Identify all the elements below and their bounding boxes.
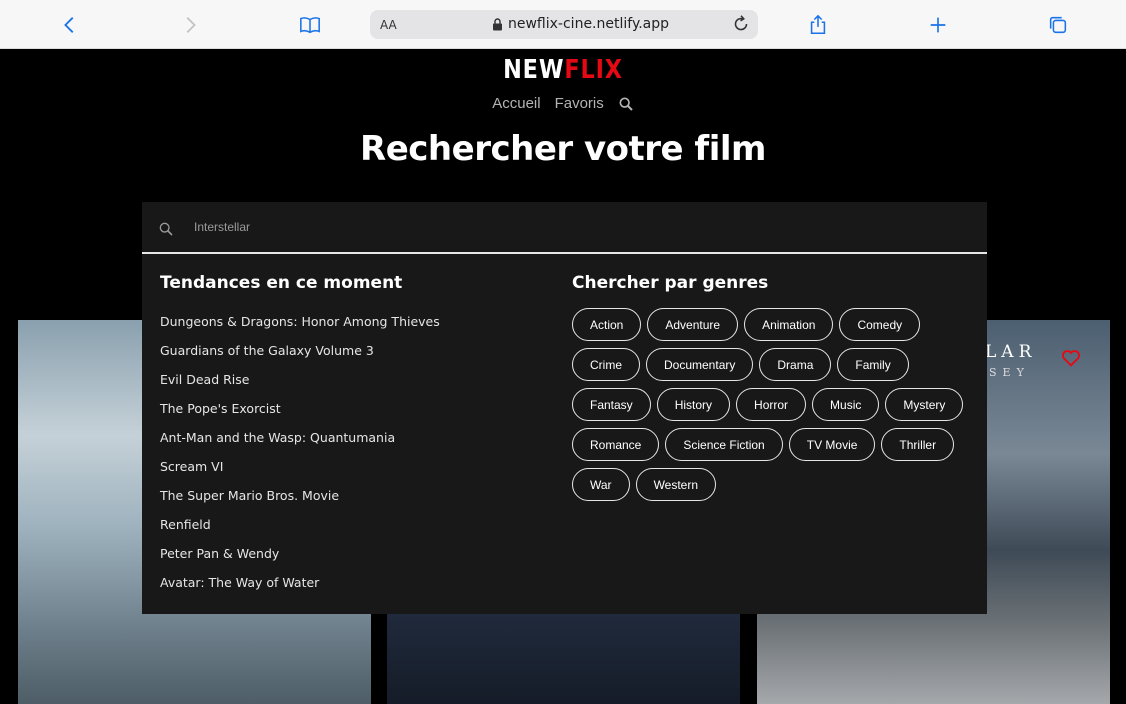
genres-heading: Chercher par genres bbox=[572, 273, 769, 293]
reload-icon[interactable] bbox=[730, 13, 752, 35]
trending-item[interactable]: Scream VI bbox=[160, 459, 440, 488]
genre-chip-tv-movie[interactable]: TV Movie bbox=[788, 428, 876, 461]
genre-chips: Action Adventure Animation Comedy Crime … bbox=[572, 308, 982, 501]
trending-item[interactable]: Guardians of the Galaxy Volume 3 bbox=[160, 343, 440, 372]
genre-chip-war[interactable]: War bbox=[572, 468, 630, 501]
trending-item[interactable]: Dungeons & Dragons: Honor Among Thieves bbox=[160, 314, 440, 343]
bookmarks-icon[interactable] bbox=[297, 12, 323, 38]
trending-item[interactable]: Peter Pan & Wendy bbox=[160, 546, 440, 575]
genre-chip-romance[interactable]: Romance bbox=[572, 428, 660, 461]
genre-chip-thriller[interactable]: Thriller bbox=[881, 428, 955, 461]
trending-item[interactable]: Renfield bbox=[160, 517, 440, 546]
nav-home-link[interactable]: Accueil bbox=[492, 95, 540, 112]
text-size-button[interactable]: AA bbox=[380, 18, 397, 32]
trending-item[interactable]: The Super Mario Bros. Movie bbox=[160, 488, 440, 517]
search-bar bbox=[142, 202, 987, 254]
genre-chip-animation[interactable]: Animation bbox=[744, 308, 834, 341]
logo-part-flix: FLIX bbox=[564, 55, 623, 85]
address-bar[interactable]: AA newflix-cine.netlify.app bbox=[370, 10, 758, 39]
trending-item[interactable]: Avatar: The Way of Water bbox=[160, 575, 440, 604]
genre-chip-music[interactable]: Music bbox=[812, 388, 880, 421]
share-icon[interactable] bbox=[805, 12, 831, 38]
page: NEWFLIX Accueil Favoris Rechercher votre… bbox=[0, 49, 1126, 704]
genre-chip-action[interactable]: Action bbox=[572, 308, 642, 341]
search-icon[interactable] bbox=[618, 96, 634, 112]
lock-icon bbox=[493, 17, 502, 30]
genre-chip-crime[interactable]: Crime bbox=[572, 348, 640, 381]
search-icon bbox=[159, 222, 173, 236]
poster-subtitle: SEY bbox=[989, 366, 1030, 379]
genre-chip-comedy[interactable]: Comedy bbox=[839, 308, 921, 341]
trending-item[interactable]: Evil Dead Rise bbox=[160, 372, 440, 401]
site-logo[interactable]: NEWFLIX bbox=[79, 55, 1047, 85]
url-display[interactable]: newflix-cine.netlify.app bbox=[492, 16, 669, 32]
favorite-heart-icon[interactable] bbox=[1060, 347, 1082, 369]
poster-title: LAR bbox=[985, 342, 1037, 362]
genre-chip-western[interactable]: Western bbox=[635, 468, 717, 501]
genre-chip-documentary[interactable]: Documentary bbox=[646, 348, 754, 381]
tabs-icon[interactable] bbox=[1045, 12, 1071, 38]
search-input[interactable] bbox=[194, 216, 954, 238]
browser-toolbar: AA newflix-cine.netlify.app bbox=[0, 0, 1126, 49]
genre-chip-adventure[interactable]: Adventure bbox=[647, 308, 739, 341]
new-tab-icon[interactable] bbox=[925, 12, 951, 38]
genre-chip-mystery[interactable]: Mystery bbox=[885, 388, 964, 421]
url-text: newflix-cine.netlify.app bbox=[508, 16, 670, 32]
forward-icon[interactable] bbox=[177, 12, 203, 38]
trending-heading: Tendances en ce moment bbox=[160, 273, 403, 293]
genre-chip-horror[interactable]: Horror bbox=[736, 388, 807, 421]
search-panel: Tendances en ce moment Dungeons & Dragon… bbox=[142, 202, 987, 614]
genre-chip-fantasy[interactable]: Fantasy bbox=[572, 388, 651, 421]
trending-list: Dungeons & Dragons: Honor Among Thieves … bbox=[160, 314, 440, 604]
trending-item[interactable]: Ant-Man and the Wasp: Quantumania bbox=[160, 430, 440, 459]
main-nav: Accueil Favoris bbox=[0, 95, 1126, 112]
genre-chip-history[interactable]: History bbox=[656, 388, 731, 421]
back-icon[interactable] bbox=[57, 12, 83, 38]
logo-part-new: NEW bbox=[503, 55, 565, 85]
nav-favorites-link[interactable]: Favoris bbox=[555, 95, 604, 112]
trending-item[interactable]: The Pope's Exorcist bbox=[160, 401, 440, 430]
page-title: Rechercher votre film bbox=[360, 129, 766, 169]
genre-chip-science-fiction[interactable]: Science Fiction bbox=[665, 428, 783, 461]
genre-chip-drama[interactable]: Drama bbox=[759, 348, 832, 381]
genre-chip-family[interactable]: Family bbox=[837, 348, 909, 381]
